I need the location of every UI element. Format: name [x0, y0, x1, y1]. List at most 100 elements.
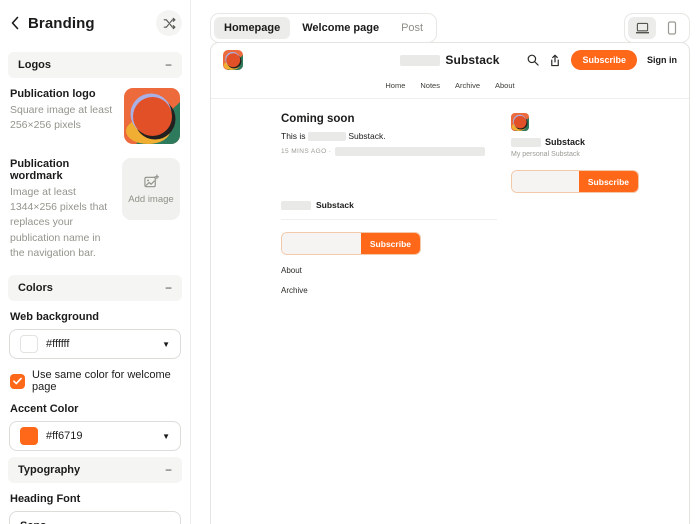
footer-link-archive[interactable]: Archive	[281, 286, 497, 295]
section-title: Colors	[18, 282, 53, 295]
email-input[interactable]	[282, 233, 361, 255]
logo-artwork	[223, 50, 243, 70]
mini-heading-text: Substack	[316, 200, 354, 211]
mobile-icon	[667, 21, 677, 35]
site-main-column: Coming soon This is Substack. 15 MINS AG…	[281, 113, 497, 295]
add-image-label: Add image	[128, 193, 174, 205]
web-background-label: Web background	[10, 311, 100, 324]
web-background-select[interactable]: #ffffff ▼	[9, 329, 181, 360]
card-title-text: Substack	[545, 137, 586, 147]
redacted-text	[511, 137, 541, 147]
mobile-toggle-button[interactable]	[658, 17, 686, 39]
web-background-value: #ffffff	[46, 338, 70, 351]
nav-link-notes[interactable]: Notes	[420, 81, 440, 90]
section-title: Typography	[18, 464, 81, 477]
post-title[interactable]: Coming soon	[281, 113, 497, 125]
publication-wordmark-field: Publication wordmark Image at least 1344…	[10, 158, 180, 261]
email-input[interactable]	[512, 171, 579, 192]
sign-in-link[interactable]: Sign in	[647, 55, 677, 65]
footer-link-about[interactable]: About	[281, 266, 497, 275]
redacted-text	[335, 147, 486, 157]
site-nav: Home Notes Archive About	[211, 77, 689, 99]
card-subscribe-button[interactable]: Subscribe	[578, 171, 638, 192]
branding-sidebar: Branding Logos − Publication logo Square…	[0, 0, 191, 524]
redacted-text	[400, 54, 441, 66]
logo-artwork	[124, 88, 180, 144]
heading-font-label: Heading Font	[10, 493, 81, 506]
nav-link-archive[interactable]: Archive	[455, 81, 480, 90]
chevron-left-icon	[11, 16, 19, 30]
chevron-down-icon: ▼	[162, 339, 170, 349]
search-button[interactable]	[527, 54, 540, 66]
post-meta: 15 MINS AGO ·	[281, 147, 497, 157]
color-swatch-orange	[20, 427, 38, 446]
post-body-prefix: This is	[281, 131, 306, 141]
checkbox-checked-icon[interactable]	[10, 373, 25, 389]
publication-logo-text: Publication logo Square image at least 2…	[10, 88, 114, 144]
post-timestamp: 15 MINS AGO ·	[281, 148, 332, 156]
accent-color-select[interactable]: #ff6719 ▼	[9, 421, 181, 452]
shuffle-icon	[163, 17, 175, 29]
center-subscribe-button[interactable]: Subscribe	[360, 233, 420, 255]
redacted-text	[307, 132, 346, 142]
nav-link-home[interactable]: Home	[385, 81, 405, 90]
site-logo[interactable]	[223, 50, 243, 70]
device-toggle	[624, 13, 690, 43]
heading-font-select[interactable]: Sans ▼	[9, 511, 181, 524]
tab-homepage[interactable]: Homepage	[214, 17, 291, 39]
back-button[interactable]	[8, 14, 22, 32]
share-icon	[551, 54, 560, 66]
subscribe-button[interactable]: Subscribe	[571, 50, 637, 70]
site-title-text: Substack	[445, 53, 500, 67]
logo-artwork	[511, 113, 529, 131]
check-icon	[13, 377, 22, 385]
section-header-typography[interactable]: Typography −	[8, 457, 182, 484]
publication-mini-heading: Substack	[281, 200, 497, 210]
share-button[interactable]	[549, 54, 561, 67]
desktop-toggle-button[interactable]	[628, 17, 656, 39]
sidebar-header: Branding	[8, 8, 182, 46]
heading-font-value: Sans	[20, 520, 46, 524]
card-tagline: My personal Substack	[511, 151, 580, 158]
site-header-actions: Subscribe Sign in	[527, 50, 677, 70]
color-swatch-white	[20, 335, 38, 354]
accent-color-value: #ff6719	[46, 430, 83, 443]
same-color-label: Use same color for welcome page	[32, 369, 171, 394]
section-title: Logos	[18, 59, 51, 71]
site-preview-panel: Substack Subscribe Sign in Home Notes Ar…	[210, 42, 690, 524]
search-icon	[528, 54, 540, 66]
publication-logo-image[interactable]	[124, 88, 180, 144]
chevron-down-icon: ▼	[162, 431, 170, 441]
same-color-checkbox[interactable]: Use same color for welcome page	[10, 369, 180, 393]
section-header-colors[interactable]: Colors −	[8, 275, 182, 302]
card-title: Substack	[511, 137, 639, 147]
tab-post[interactable]: Post	[391, 17, 433, 39]
card-logo[interactable]	[511, 113, 529, 131]
publication-logo-description: Square image at least 256×256 pixels	[10, 104, 113, 132]
publication-wordmark-description: Image at least 1344×256 pixels that repl…	[10, 186, 108, 259]
publication-logo-label: Publication logo	[10, 88, 96, 100]
center-subscribe-form: Subscribe	[281, 232, 421, 256]
publication-wordmark-text: Publication wordmark Image at least 1344…	[10, 158, 112, 261]
nav-link-about[interactable]: About	[495, 81, 515, 90]
post-body: This is Substack.	[281, 131, 497, 142]
branding-settings-page: Branding Logos − Publication logo Square…	[0, 0, 700, 524]
site-content: Coming soon This is Substack. 15 MINS AG…	[211, 99, 689, 295]
publication-wordmark-label: Publication wordmark	[10, 158, 70, 182]
minus-icon[interactable]: −	[165, 59, 172, 71]
preview-area: Homepage Welcome page Post Substack Subs…	[192, 0, 700, 524]
minus-icon[interactable]: −	[165, 464, 172, 476]
site-header: Substack Subscribe Sign in	[211, 43, 689, 77]
page-title: Branding	[28, 14, 95, 32]
desktop-icon	[635, 22, 649, 33]
accent-color-label: Accent Color	[10, 403, 79, 416]
tab-welcome-page[interactable]: Welcome page	[292, 17, 389, 39]
post-body-suffix: Substack.	[348, 131, 386, 141]
publication-logo-field: Publication logo Square image at least 2…	[10, 88, 180, 144]
section-header-logos[interactable]: Logos −	[8, 52, 182, 78]
add-image-button[interactable]: Add image	[122, 158, 180, 220]
publication-side-card: Substack My personal Substack Subscribe	[511, 113, 639, 295]
minus-icon[interactable]: −	[165, 282, 172, 294]
shuffle-button[interactable]	[156, 10, 182, 36]
divider	[281, 219, 497, 221]
